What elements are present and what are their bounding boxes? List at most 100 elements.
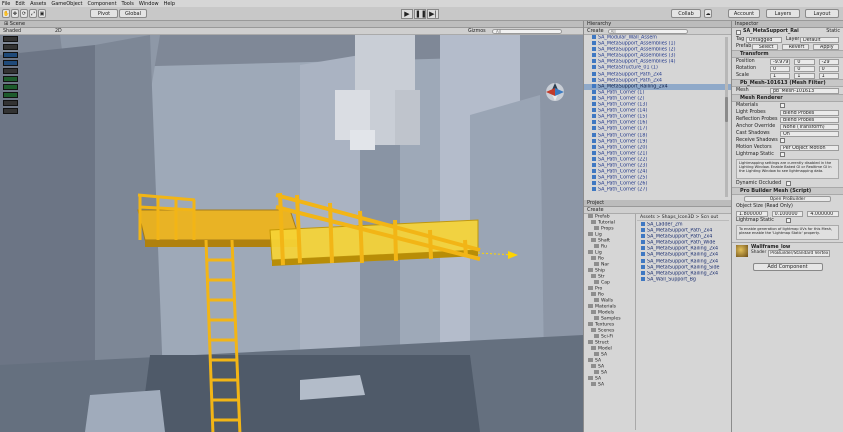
prefab-revert-button[interactable]: Revert <box>782 43 809 50</box>
move-tool-button[interactable]: ✥ <box>11 9 19 18</box>
static-toggle[interactable]: Static <box>826 28 840 36</box>
project-asset-item[interactable]: SA_MetalSupport_Railing_2x4 <box>637 252 729 258</box>
menu-edit[interactable]: Edit <box>15 1 25 7</box>
global-toggle[interactable]: Global <box>119 9 147 18</box>
inspector-tab[interactable]: Inspector <box>732 21 843 28</box>
scale-tool-button[interactable]: ⤢ <box>29 9 37 18</box>
menu-file[interactable]: File <box>2 1 10 7</box>
scene-tab[interactable]: ⊞ Scene <box>4 21 25 28</box>
hierarchy-create-button[interactable]: Create <box>587 28 604 34</box>
pivot-toggle[interactable]: Pivot <box>90 9 118 18</box>
object-active-checkbox[interactable] <box>736 29 741 35</box>
collab-button[interactable]: Collab <box>671 9 701 18</box>
open-probuilder-button[interactable]: Open ProBuilder <box>744 196 831 202</box>
layers-dropdown[interactable]: Layers <box>766 9 800 18</box>
menu-help[interactable]: Help <box>164 1 175 7</box>
scene-search-input[interactable]: All <box>492 29 562 34</box>
scale-z-field[interactable]: 1 <box>818 72 839 79</box>
mesh-filter-header[interactable]: Pb_Mesh-101613 (Mesh Filter) <box>732 79 843 87</box>
rotation-y-field[interactable]: 0 <box>794 65 815 72</box>
menu-window[interactable]: Window <box>139 1 159 7</box>
property-value-dropdown[interactable]: On <box>780 130 839 137</box>
position-y-field[interactable]: 0 <box>794 58 815 65</box>
hierarchy-search-input[interactable]: All <box>607 29 688 34</box>
move-icon[interactable] <box>3 44 18 50</box>
property-value-dropdown[interactable]: Blend Probes <box>780 116 839 123</box>
edge-icon[interactable] <box>3 92 18 98</box>
face-icon[interactable] <box>3 84 18 90</box>
project-asset-item[interactable]: SA_MetalSupport_Railing_2x4 <box>637 270 729 277</box>
account-dropdown[interactable]: Account <box>728 9 760 18</box>
add-component-button[interactable]: Add Component <box>752 263 823 271</box>
tag-dropdown[interactable]: Untagged <box>746 36 782 43</box>
material-section: Wallframe_low Shader ProBuilder/Standard … <box>732 242 843 259</box>
hand-icon[interactable] <box>3 36 18 42</box>
menu-component[interactable]: Component <box>88 1 117 7</box>
object-name-field[interactable]: SA_MetaSupport_Rai <box>743 28 826 36</box>
property-checkbox[interactable] <box>780 103 785 108</box>
cloud-icon[interactable]: ☁ <box>704 9 712 18</box>
project-tree-item[interactable]: SA <box>584 382 635 388</box>
rotation-x-field[interactable]: 0 <box>770 65 791 72</box>
prefab-select-button[interactable]: Select <box>752 43 779 50</box>
2d-toggle[interactable]: 2D <box>55 28 62 35</box>
position-x-field[interactable]: -9.979 <box>770 58 791 65</box>
property-value-dropdown[interactable]: Blend Probes <box>780 109 839 116</box>
project-asset-label: SA_MetalSupport_Path_2x4 <box>647 234 713 240</box>
project-tab[interactable]: Project <box>584 200 731 207</box>
step-button[interactable]: ▶| <box>427 9 439 19</box>
hierarchy-tab[interactable]: Hierarchy <box>584 21 731 28</box>
transform-header[interactable]: Transform <box>732 50 843 58</box>
object-icon[interactable] <box>3 108 18 114</box>
project-tree-label: Model <box>598 346 612 352</box>
shader-dropdown[interactable]: ProBuilder/Standard Vertex Color <box>768 250 831 257</box>
vertex-icon[interactable] <box>3 100 18 106</box>
menu-gameobject[interactable]: GameObject <box>51 1 82 7</box>
pb-mesh-header[interactable]: Pro Builder Mesh (Script) <box>732 187 843 195</box>
project-tree-label: Struct <box>595 340 609 346</box>
menu-tools[interactable]: Tools <box>122 1 134 7</box>
play-button[interactable]: ▶ <box>401 9 413 19</box>
shading-mode-dropdown[interactable]: Shaded <box>3 28 21 35</box>
probuilder-icon[interactable] <box>3 76 18 82</box>
rect-tool-button[interactable]: ▣ <box>38 9 46 18</box>
mesh-renderer-row: Anchor Override None (Transform) <box>732 123 843 130</box>
folder-icon <box>588 232 593 236</box>
project-asset-label: SA_Wall_Support_Bg <box>647 277 696 283</box>
rect-icon[interactable] <box>3 68 18 74</box>
project-asset-item[interactable]: SA_Wall_Support_Bg <box>637 276 729 283</box>
mesh-renderer-header[interactable]: Mesh Renderer <box>732 94 843 102</box>
hierarchy-scrollbar[interactable] <box>725 37 728 197</box>
position-z-field[interactable]: -29 <box>818 58 839 65</box>
menu-assets[interactable]: Assets <box>30 1 46 7</box>
mesh-field[interactable]: pb_Mesh-101613 <box>770 87 839 94</box>
rotate-icon[interactable] <box>3 52 18 58</box>
property-label: Cast Shadows <box>736 131 770 136</box>
scene-viewport[interactable] <box>0 35 583 432</box>
gizmos-dropdown[interactable]: Gizmos <box>468 28 486 35</box>
rotation-z-field[interactable]: 0 <box>818 65 839 72</box>
rotate-tool-button[interactable]: ⟳ <box>20 9 28 18</box>
hierarchy-item[interactable]: SA_Path_Corner (27) <box>584 187 731 193</box>
prefab-apply-button[interactable]: Apply <box>812 43 839 50</box>
hand-tool-button[interactable]: ✋ <box>2 9 10 18</box>
hierarchy-scroll-thumb[interactable] <box>725 97 728 122</box>
dynamic-occluded-checkbox[interactable] <box>786 181 791 186</box>
project-asset-item[interactable]: SA_MetalSupport_Railing_Side <box>637 264 729 271</box>
layout-dropdown[interactable]: Layout <box>805 9 839 18</box>
scale-icon[interactable] <box>3 60 18 66</box>
project-asset-item[interactable]: SA_MetalSupport_Railing_2x4 <box>637 258 729 265</box>
layer-dropdown[interactable]: Default <box>800 36 839 43</box>
project-create-button[interactable]: Create <box>587 207 604 213</box>
scale-y-field[interactable]: 1 <box>794 72 815 79</box>
project-tree-label: Ru <box>601 244 607 250</box>
position-label: Position <box>736 59 755 64</box>
property-value-dropdown[interactable]: None (Transform) <box>780 123 839 130</box>
pb-lightmap-checkbox[interactable] <box>786 218 791 223</box>
pause-button[interactable]: ❚❚ <box>414 9 427 19</box>
scale-x-field[interactable]: 1 <box>770 72 791 79</box>
property-checkbox[interactable] <box>780 138 785 143</box>
property-checkbox[interactable] <box>780 152 785 157</box>
project-breadcrumb[interactable]: Assets > Shaps_Icon3D > Scn out <box>637 214 729 221</box>
property-value-dropdown[interactable]: Per Object Motion <box>780 144 839 151</box>
